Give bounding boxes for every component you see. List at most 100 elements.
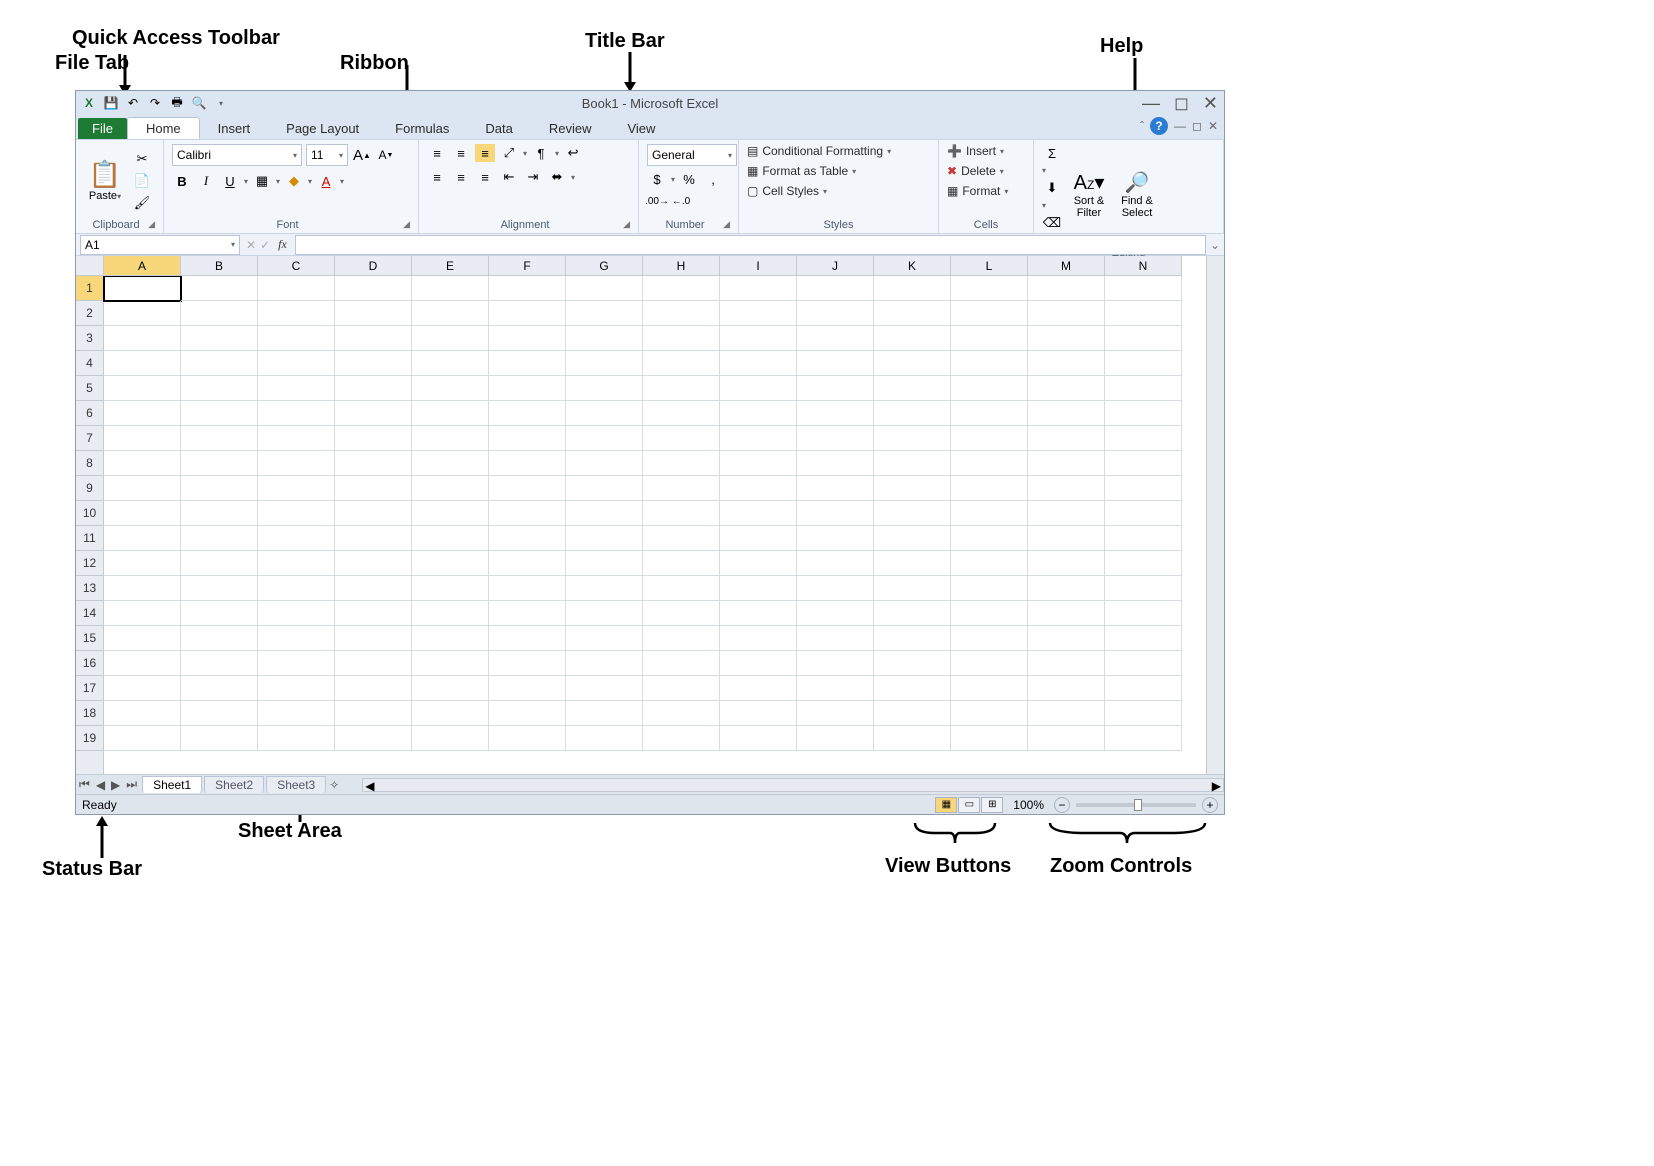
cell[interactable] xyxy=(104,351,181,376)
cell[interactable] xyxy=(181,426,258,451)
cell[interactable] xyxy=(489,351,566,376)
expand-formula-icon[interactable]: ⌄ xyxy=(1206,238,1224,252)
normal-view-button[interactable]: ▦ xyxy=(935,797,957,813)
cell[interactable] xyxy=(258,451,335,476)
cell[interactable] xyxy=(258,376,335,401)
cell[interactable] xyxy=(720,701,797,726)
cell[interactable] xyxy=(335,651,412,676)
row-header[interactable]: 7 xyxy=(76,426,103,451)
cell[interactable] xyxy=(797,376,874,401)
cell[interactable] xyxy=(1028,676,1105,701)
align-center-icon[interactable]: ≡ xyxy=(451,168,471,186)
file-tab[interactable]: File xyxy=(78,118,127,139)
cell[interactable] xyxy=(797,401,874,426)
cell[interactable] xyxy=(1028,326,1105,351)
row-header[interactable]: 1 xyxy=(76,276,103,301)
cell[interactable] xyxy=(797,726,874,751)
cell[interactable] xyxy=(258,676,335,701)
cell[interactable] xyxy=(258,651,335,676)
cell[interactable] xyxy=(412,326,489,351)
cell[interactable] xyxy=(489,651,566,676)
cell[interactable] xyxy=(258,601,335,626)
find-select-button[interactable]: 🔎 Find & Select xyxy=(1116,170,1158,219)
cell[interactable] xyxy=(181,551,258,576)
cell[interactable] xyxy=(797,276,874,301)
cell[interactable] xyxy=(874,351,951,376)
cell[interactable] xyxy=(643,626,720,651)
insert-cells-button[interactable]: ➕Insert ▾ xyxy=(947,144,1004,158)
cell[interactable] xyxy=(643,526,720,551)
sheet-tab-3[interactable]: Sheet3 xyxy=(266,776,326,793)
cell[interactable] xyxy=(951,276,1028,301)
fx-icon[interactable]: fx xyxy=(278,237,287,252)
cell[interactable] xyxy=(566,401,643,426)
cell[interactable] xyxy=(489,551,566,576)
cell[interactable] xyxy=(181,326,258,351)
cell[interactable] xyxy=(104,301,181,326)
cell[interactable] xyxy=(797,301,874,326)
cell[interactable] xyxy=(951,451,1028,476)
cell[interactable] xyxy=(951,551,1028,576)
cell[interactable] xyxy=(181,576,258,601)
cell[interactable] xyxy=(412,276,489,301)
cell[interactable] xyxy=(1105,476,1182,501)
cell[interactable] xyxy=(951,601,1028,626)
cell[interactable] xyxy=(951,576,1028,601)
qat-dropdown-icon[interactable]: ▾ xyxy=(212,94,230,112)
new-sheet-icon[interactable]: ✧ xyxy=(326,778,342,792)
cell[interactable] xyxy=(335,276,412,301)
cell[interactable] xyxy=(489,676,566,701)
zoom-slider[interactable] xyxy=(1076,803,1196,807)
sort-filter-button[interactable]: AZ▾ Sort & Filter xyxy=(1068,170,1110,219)
cell[interactable] xyxy=(1105,401,1182,426)
cell[interactable] xyxy=(104,426,181,451)
align-left-icon[interactable]: ≡ xyxy=(427,168,447,186)
cell[interactable] xyxy=(720,401,797,426)
row-header[interactable]: 2 xyxy=(76,301,103,326)
percent-icon[interactable]: % xyxy=(679,170,699,188)
cell[interactable] xyxy=(1105,326,1182,351)
cell[interactable] xyxy=(951,326,1028,351)
cell[interactable] xyxy=(1028,301,1105,326)
cell[interactable] xyxy=(489,526,566,551)
italic-button[interactable]: I xyxy=(196,172,216,190)
cell[interactable] xyxy=(1028,651,1105,676)
cell[interactable] xyxy=(643,351,720,376)
cell[interactable] xyxy=(258,326,335,351)
help-button[interactable]: ? xyxy=(1150,117,1168,135)
cell[interactable] xyxy=(566,626,643,651)
cell[interactable] xyxy=(104,551,181,576)
cell[interactable] xyxy=(951,376,1028,401)
cell[interactable] xyxy=(1028,401,1105,426)
cell[interactable] xyxy=(951,501,1028,526)
zoom-thumb[interactable] xyxy=(1134,799,1142,811)
row-header[interactable]: 8 xyxy=(76,451,103,476)
cell[interactable] xyxy=(797,426,874,451)
cell[interactable] xyxy=(874,576,951,601)
cell[interactable] xyxy=(643,426,720,451)
cell[interactable] xyxy=(797,651,874,676)
paste-button[interactable]: 📋 Paste▾ xyxy=(84,159,126,202)
merge-center-icon[interactable]: ⬌ xyxy=(547,168,567,186)
cell[interactable] xyxy=(1105,426,1182,451)
cell[interactable] xyxy=(181,476,258,501)
cell[interactable] xyxy=(181,601,258,626)
border-icon[interactable]: ▦ xyxy=(252,172,272,190)
cell[interactable] xyxy=(412,701,489,726)
cell[interactable] xyxy=(258,401,335,426)
print-icon[interactable]: 🖶 xyxy=(168,94,186,112)
cell[interactable] xyxy=(412,476,489,501)
cell[interactable] xyxy=(566,526,643,551)
cell[interactable] xyxy=(1028,601,1105,626)
cell[interactable] xyxy=(566,351,643,376)
cell[interactable] xyxy=(566,426,643,451)
column-header[interactable]: M xyxy=(1028,256,1105,275)
cell[interactable] xyxy=(951,651,1028,676)
cell[interactable] xyxy=(1105,501,1182,526)
redo-icon[interactable]: ↷ xyxy=(146,94,164,112)
column-header[interactable]: F xyxy=(489,256,566,275)
row-header[interactable]: 11 xyxy=(76,526,103,551)
cell[interactable] xyxy=(412,626,489,651)
column-header[interactable]: N xyxy=(1105,256,1182,275)
cell[interactable] xyxy=(1028,726,1105,751)
